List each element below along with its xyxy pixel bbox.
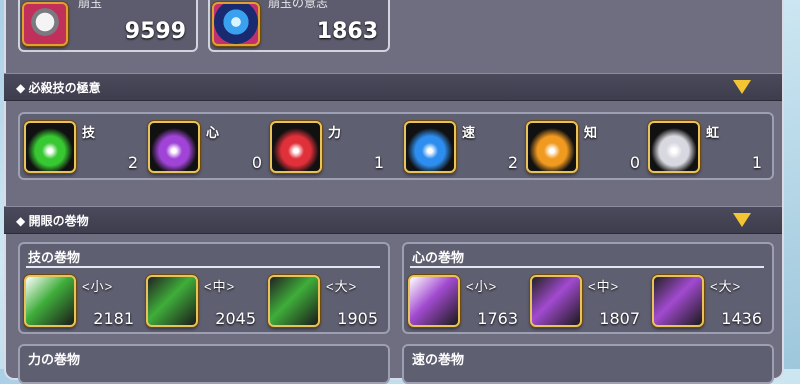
kaigan-section-title: ◆ 開眼の巻物 (16, 214, 89, 228)
chikara-scroll-title: 力の巻物 (28, 352, 81, 367)
chi-orb-icon (526, 121, 578, 173)
kokoro-scroll-medium-label: <中> (588, 279, 620, 294)
chikara-orb-count: 1 (373, 153, 384, 172)
hougyoku-value: 9599 (124, 19, 186, 44)
waza-scroll-small-label: <小> (82, 279, 114, 294)
hougyoku-will-label: 崩玉の意志 (268, 0, 329, 10)
waza-orb-icon (24, 121, 76, 173)
chi-orb-count: 0 (629, 153, 640, 172)
hougyoku-will-value: 1863 (316, 19, 378, 44)
hougyoku-will-card: 崩玉の意志 1863 (208, 0, 390, 52)
kokoro-orb-label: 心 (206, 125, 220, 140)
blue-orb-icon (212, 2, 260, 46)
chikara-orb-label: 力 (328, 125, 342, 140)
haya-orb-icon (404, 121, 456, 173)
kokoro-orb-count: 0 (251, 153, 262, 172)
haya-orb-count: 2 (507, 153, 518, 172)
kaigan-section-header[interactable]: ◆ 開眼の巻物 (4, 206, 782, 234)
kokoro-scroll-small-label: <小> (466, 279, 498, 294)
waza-orb-count: 2 (127, 153, 138, 172)
collapse-triangle-icon[interactable] (733, 80, 751, 94)
kokoro-scroll-small-count: 1763 (477, 309, 518, 328)
hougyoku-label: 崩玉 (78, 0, 103, 10)
waza-scroll-medium-label: <中> (204, 279, 236, 294)
niji-orb-label: 虹 (706, 125, 720, 140)
grey-gem-icon (22, 2, 68, 46)
title-underline (410, 266, 764, 268)
waza-scroll-title: 技の巻物 (28, 250, 81, 265)
hissatsu-section-header[interactable]: ◆ 必殺技の極意 (4, 73, 782, 101)
haya-scroll-title: 速の巻物 (412, 352, 465, 367)
kokoro-scroll-medium-count: 1807 (599, 309, 640, 328)
collapse-triangle-icon[interactable] (733, 213, 751, 227)
kokoro-scroll-small-icon (408, 275, 460, 327)
waza-scroll-medium-icon (146, 275, 198, 327)
waza-scroll-large-icon (268, 275, 320, 327)
niji-orb-count: 1 (751, 153, 762, 172)
niji-orb-icon (648, 121, 700, 173)
chikara-orb-icon (270, 121, 322, 173)
kokoro-scroll-large-label: <大> (710, 279, 742, 294)
waza-scroll-large-label: <大> (326, 279, 358, 294)
haya-orb-label: 速 (462, 125, 476, 140)
kokoro-scroll-title: 心の巻物 (412, 250, 465, 265)
kokoro-scroll-large-count: 1436 (721, 309, 762, 328)
waza-scroll-small-count: 2181 (93, 309, 134, 328)
hougyoku-card: 崩玉 9599 (18, 0, 198, 52)
waza-scroll-medium-count: 2045 (215, 309, 256, 328)
waza-orb-label: 技 (82, 125, 96, 140)
kokoro-scroll-medium-icon (530, 275, 582, 327)
waza-scroll-small-icon (24, 275, 76, 327)
kokoro-orb-icon (148, 121, 200, 173)
waza-scroll-large-count: 1905 (337, 309, 378, 328)
chi-orb-label: 知 (584, 125, 598, 140)
kokoro-scroll-large-icon (652, 275, 704, 327)
hissatsu-section-title: ◆ 必殺技の極意 (16, 81, 101, 95)
title-underline (26, 266, 380, 268)
